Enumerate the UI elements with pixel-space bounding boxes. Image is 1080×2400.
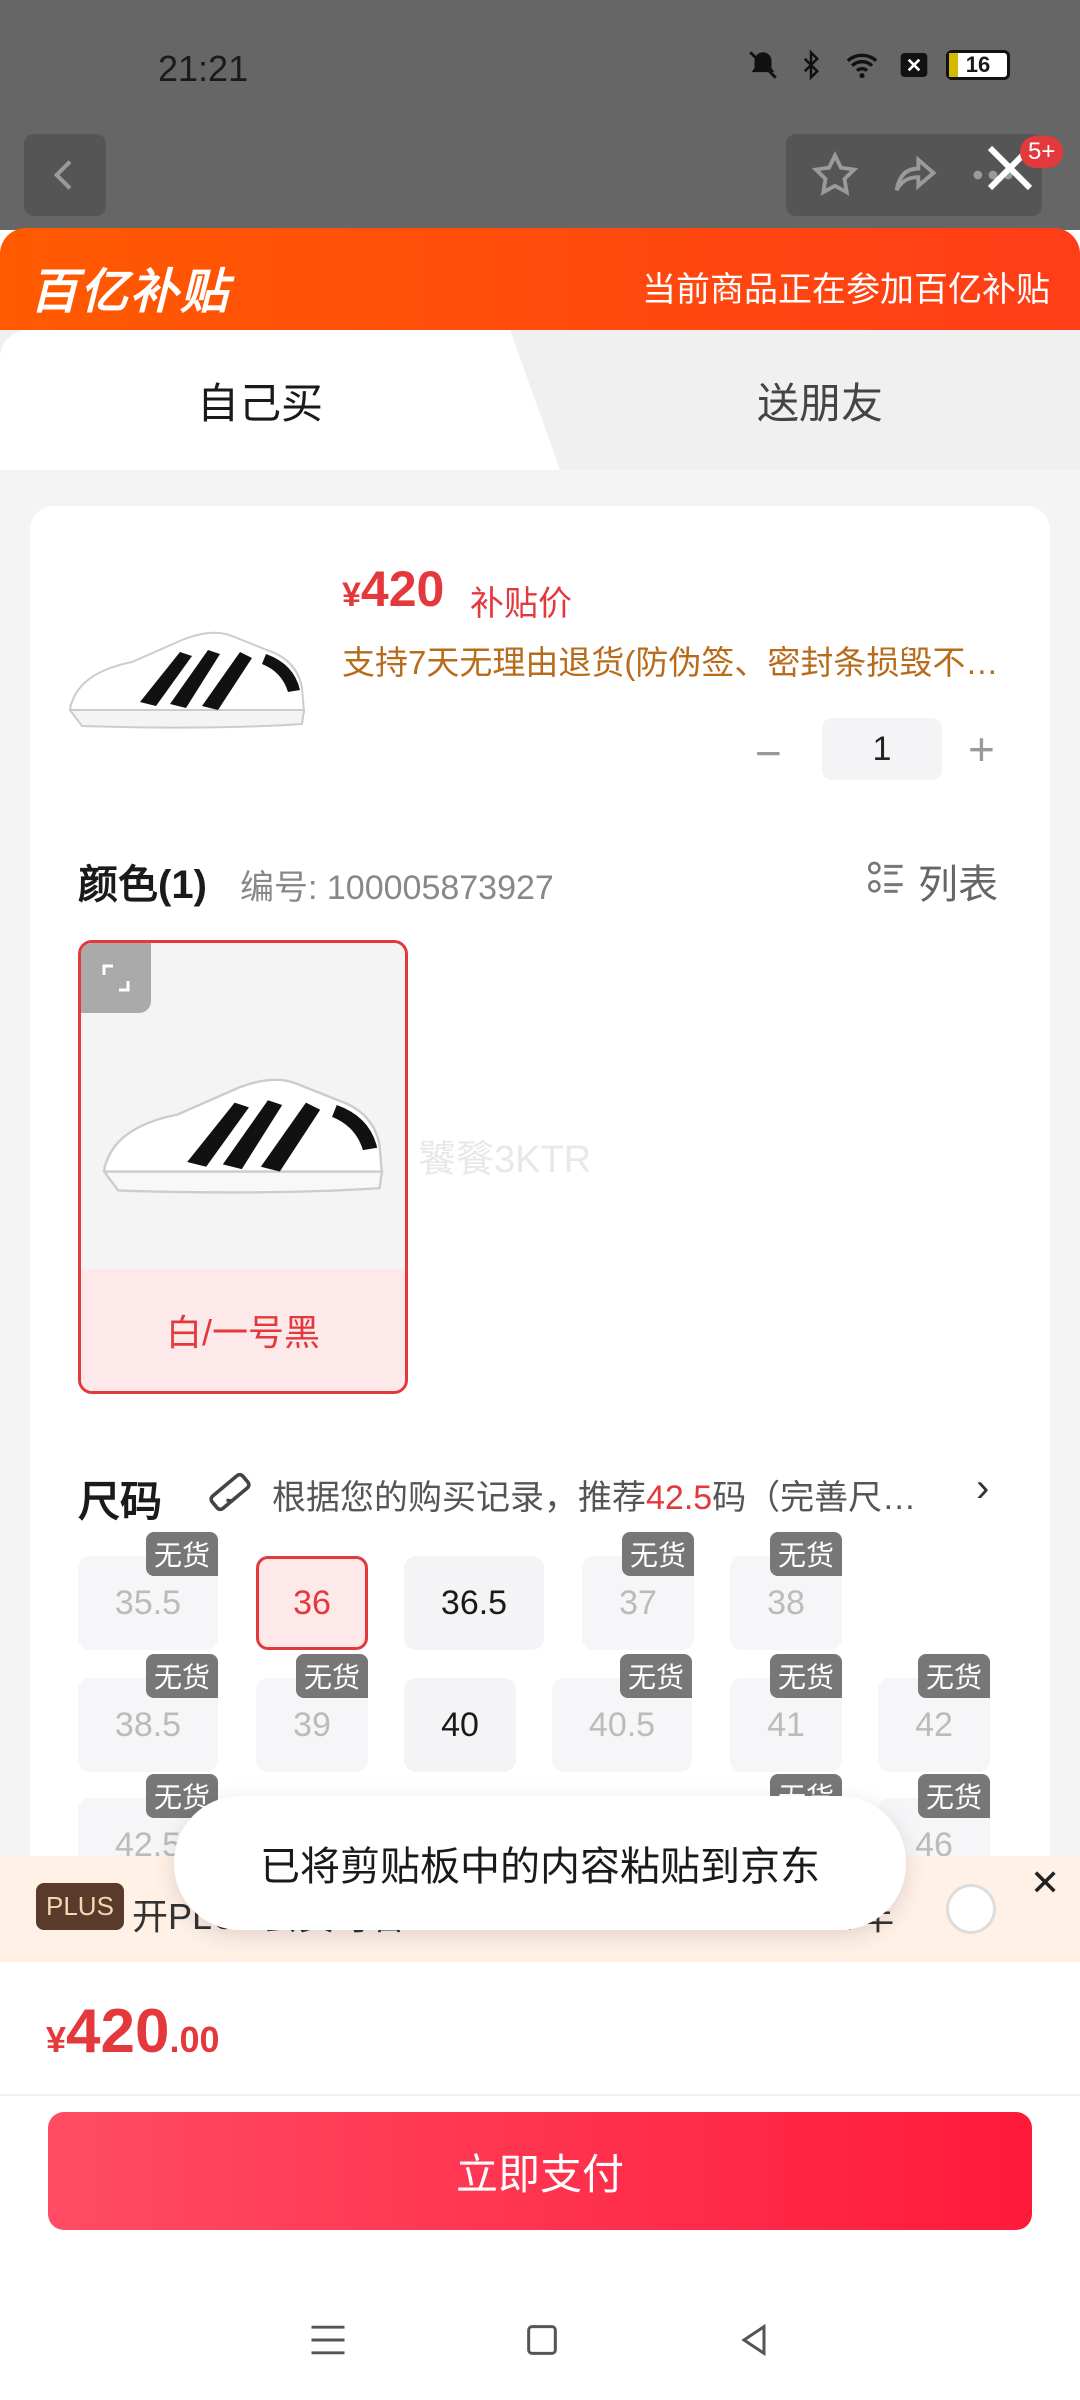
size-label: 42 [915, 1705, 953, 1744]
subsidy-price-tag: 补贴价 [470, 585, 572, 623]
menu-icon[interactable] [306, 2318, 350, 2362]
sold-out-badge: 无货 [619, 1654, 692, 1698]
sold-out-badge: 无货 [917, 1774, 990, 1818]
size-option[interactable]: 41 无货 [730, 1654, 842, 1772]
size-option[interactable]: 42 无货 [878, 1654, 990, 1772]
message-badge: 5+ [1020, 136, 1064, 168]
total-price: ¥420.00 [46, 1996, 220, 2067]
size-option[interactable]: 40 [404, 1678, 516, 1772]
sold-out-badge: 无货 [295, 1654, 368, 1698]
price-currency: ¥ [342, 576, 361, 614]
swatch-label: 白/一号黑 [81, 1269, 405, 1391]
size-option[interactable]: 39 无货 [256, 1654, 368, 1772]
sold-out-badge: 无货 [917, 1654, 990, 1698]
quantity-input[interactable]: 1 [822, 718, 942, 780]
total-decimal: .00 [169, 2019, 220, 2060]
rec-suffix: 码（完善尺… [712, 1479, 917, 1517]
size-label: 36.5 [440, 1583, 508, 1622]
sold-out-badge: 无货 [621, 1532, 694, 1576]
return-policy-text: 支持7天无理由退货(防伪签、密封条损毁不… [342, 644, 999, 681]
sold-out-badge: 无货 [145, 1654, 218, 1698]
wifi-icon [846, 53, 878, 79]
sold-out-badge: 无货 [769, 1532, 842, 1576]
size-heading: 尺码 [78, 1478, 163, 1525]
plus-tag: PLUS [36, 1883, 124, 1930]
size-label: 35.5 [114, 1583, 182, 1622]
plus-radio-toggle[interactable] [946, 1884, 996, 1934]
quantity-minus-button[interactable]: − [755, 726, 782, 780]
size-option[interactable]: 36.5 [404, 1556, 544, 1650]
sold-out-badge: 无货 [145, 1532, 218, 1576]
status-icons: 16 [746, 48, 1010, 82]
size-label: 40 [441, 1705, 479, 1744]
sold-out-badge: 无货 [769, 1654, 842, 1698]
size-recommendation[interactable]: 根据您的购买记录，推荐42.5码（完善尺… [272, 1470, 962, 1519]
system-nav-bar [0, 2280, 1080, 2400]
status-time: 21:21 [158, 48, 249, 89]
battery-icon: 16 [946, 50, 1010, 80]
size-label: 38.5 [114, 1705, 182, 1744]
color-swatch-white-black[interactable]: 白/一号黑 [78, 940, 408, 1394]
sim-off-icon [900, 53, 928, 77]
divider [0, 2094, 1080, 2096]
chevron-right-icon[interactable]: › [976, 1466, 989, 1511]
back-button[interactable] [24, 134, 106, 216]
size-option[interactable]: 38.5 无货 [78, 1654, 218, 1772]
size-option[interactable]: 35.5 无货 [78, 1532, 218, 1650]
rec-size: 42.5 [646, 1479, 713, 1517]
plus-close-icon[interactable]: ✕ [1030, 1862, 1060, 1904]
product-thumbnail[interactable] [62, 590, 312, 750]
expand-icon[interactable] [81, 943, 151, 1013]
star-icon[interactable] [809, 149, 861, 201]
shoe-image [101, 1078, 384, 1194]
size-option-selected[interactable]: 36 [256, 1556, 368, 1650]
home-square-icon[interactable] [522, 2320, 562, 2360]
clipboard-toast: 已将剪贴板中的内容粘贴到京东 [174, 1796, 906, 1930]
product-code: 编号: 100005873927 [240, 869, 554, 907]
battery-level: 16 [965, 52, 991, 77]
total-currency: ¥ [46, 2019, 67, 2060]
watermark-text: 饕餮3KTR [418, 1139, 592, 1181]
subsidy-logo: 百亿补贴 [30, 266, 231, 319]
back-triangle-icon[interactable] [734, 2320, 774, 2360]
ruler-icon [209, 1472, 251, 1512]
quantity-plus-button[interactable]: + [968, 722, 995, 776]
size-option[interactable]: 38 无货 [730, 1532, 842, 1650]
tab-gift-friend[interactable]: 送朋友 [560, 370, 1080, 431]
product-price: ¥420 [342, 560, 444, 618]
size-label: 37 [619, 1583, 657, 1622]
list-view-icon[interactable] [866, 858, 906, 898]
tab-buy-self[interactable]: 自己买 [0, 370, 520, 431]
list-view-label[interactable]: 列表 [918, 852, 998, 910]
size-label: 36 [293, 1583, 331, 1622]
chevron-left-icon [53, 160, 72, 190]
size-option[interactable]: 37 无货 [582, 1532, 694, 1650]
rec-prefix: 根据您的购买记录，推荐 [272, 1479, 646, 1517]
share-icon[interactable] [888, 149, 940, 201]
total-integer: 420 [66, 1997, 170, 2066]
size-option[interactable]: 40.5 无货 [552, 1654, 692, 1772]
size-label: 41 [767, 1705, 805, 1744]
subsidy-text: 当前商品正在参加百亿补贴 [642, 271, 1050, 309]
color-heading: 颜色(1) [78, 863, 207, 907]
size-label: 40.5 [588, 1705, 656, 1744]
mute-icon [749, 51, 777, 79]
size-label: 39 [293, 1705, 331, 1744]
bluetooth-icon [803, 49, 820, 81]
price-value: 420 [360, 561, 445, 617]
pay-now-button[interactable]: 立即支付 [48, 2112, 1032, 2230]
size-label: 38 [767, 1583, 805, 1622]
